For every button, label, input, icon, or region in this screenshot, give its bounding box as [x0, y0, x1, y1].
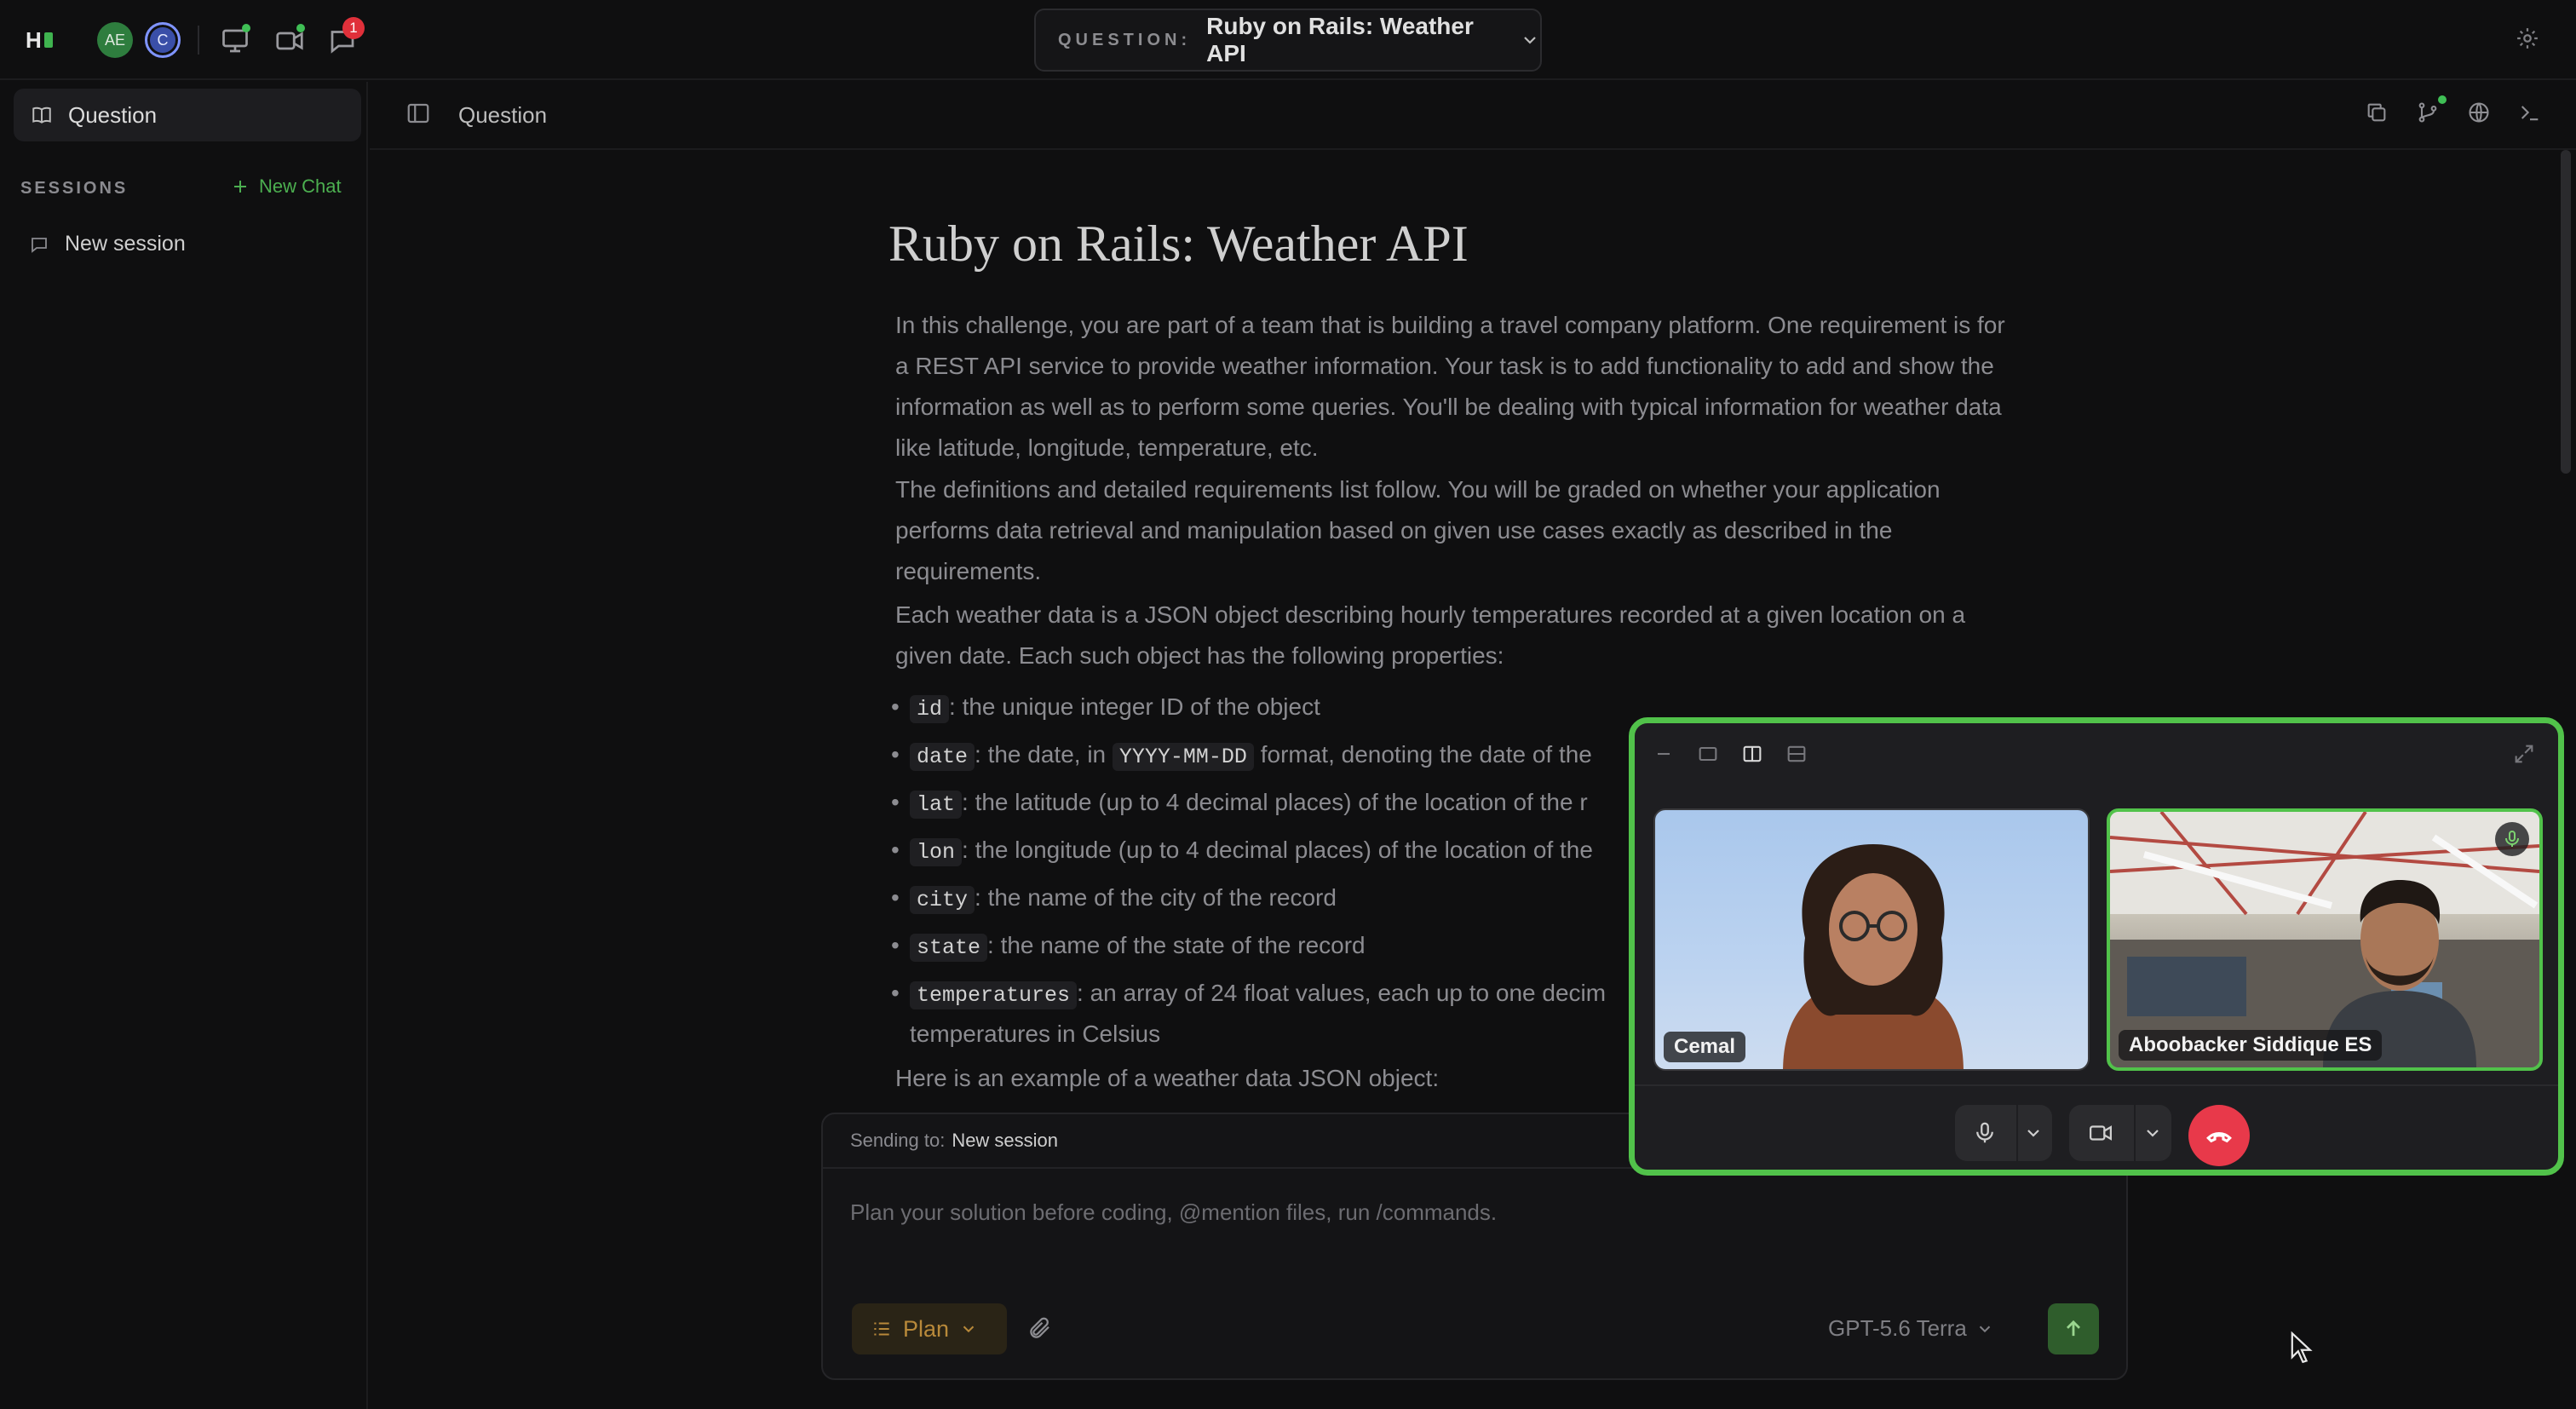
copy-icon[interactable]	[2365, 101, 2392, 128]
avatar-c[interactable]: C	[145, 22, 181, 58]
model-selector[interactable]: GPT-5.6 Terra	[1828, 1315, 1994, 1342]
list-item: id: the unique integer ID of the object	[891, 687, 1320, 730]
video-call-panel: Cemal Aboobacker Siddique ES	[1629, 717, 2564, 1176]
sidebar: Question SESSIONS New Chat New session	[0, 82, 368, 1409]
list-icon	[871, 1318, 893, 1340]
camera-options-chevron-icon[interactable]	[2142, 1123, 2163, 1143]
list-item: temperatures: an array of 24 float value…	[891, 973, 1606, 1016]
app-logo[interactable]: H	[26, 29, 55, 51]
split-view-icon[interactable]	[1740, 742, 1766, 768]
plus-icon	[230, 176, 250, 197]
phone-hangup-icon	[2205, 1121, 2234, 1150]
globe-icon[interactable]	[2467, 101, 2494, 128]
camera-button[interactable]	[2088, 1120, 2113, 1146]
participant-name: Cemal	[1664, 1032, 1746, 1062]
content-scrollbar[interactable]	[2561, 150, 2571, 474]
top-bar: H AE C 1 QUESTION: Ruby on Rails: Weathe…	[0, 0, 2576, 80]
call-layout-controls	[1652, 742, 1810, 768]
stacked-view-icon[interactable]	[1785, 742, 1810, 768]
question-value: Ruby on Rails: Weather API	[1206, 13, 1474, 66]
notification-badge: 1	[342, 17, 365, 39]
chevron-down-icon	[1975, 1320, 1994, 1338]
camera-control	[2069, 1105, 2171, 1161]
video-tile-cemal[interactable]: Cemal	[1653, 808, 2090, 1071]
new-chat-button[interactable]: New Chat	[230, 175, 342, 198]
paragraph-2: The definitions and detailed requirement…	[895, 476, 1941, 584]
call-controls	[1635, 1084, 2558, 1170]
list-item: state: the name of the state of the reco…	[891, 925, 1366, 969]
mic-options-chevron-icon[interactable]	[2023, 1123, 2044, 1143]
paragraph-1: In this challenge, you are part of a tea…	[895, 312, 2005, 461]
terminal-icon[interactable]	[2518, 101, 2545, 128]
sidebar-item-question[interactable]: Question	[14, 89, 361, 141]
book-icon	[31, 104, 53, 126]
participant-name: Aboobacker Siddique ES	[2119, 1030, 2383, 1061]
list-item: lat: the latitude (up to 4 decimal place…	[891, 782, 1588, 825]
avatar-ae[interactable]: AE	[97, 22, 133, 58]
session-item[interactable]: New session	[29, 232, 186, 256]
participant-video	[2110, 812, 2539, 1067]
question-label: QUESTION:	[1058, 30, 1192, 49]
chat-icon	[29, 234, 49, 255]
divider	[198, 26, 199, 55]
sidebar-item-label: Question	[68, 101, 158, 128]
question-selector[interactable]: QUESTION: Ruby on Rails: Weather API	[1034, 9, 1542, 72]
arrow-up-icon	[2061, 1317, 2085, 1341]
main-header: Question	[370, 82, 2576, 150]
mic-control	[1955, 1105, 2052, 1161]
video-tile-aboobacker[interactable]: Aboobacker Siddique ES	[2107, 808, 2543, 1071]
speaking-mic-icon	[2495, 822, 2529, 856]
session-label: New session	[65, 232, 186, 256]
send-button[interactable]	[2048, 1303, 2099, 1354]
plan-mode-button[interactable]: Plan	[852, 1303, 1007, 1354]
list-item-continuation: temperatures in Celsius	[910, 1021, 1161, 1047]
main-title: Question	[458, 102, 548, 128]
list-item: lon: the longitude (up to 4 decimal plac…	[891, 830, 1593, 873]
paragraph-3: Each weather data is a JSON object descr…	[895, 601, 1966, 669]
minimize-icon[interactable]	[1652, 742, 1677, 768]
chevron-down-icon	[1520, 30, 1540, 50]
mic-button[interactable]	[1972, 1120, 1998, 1146]
sidebar-toggle-icon[interactable]	[405, 101, 433, 128]
window-icon[interactable]	[1696, 742, 1722, 768]
list-item: city: the name of the city of the record	[891, 877, 1337, 921]
list-item: date: the date, in YYYY-MM-DD format, de…	[891, 734, 1592, 778]
sending-to: Sending to: New session	[850, 1130, 1059, 1151]
gear-icon[interactable]	[2515, 26, 2544, 55]
chevron-down-icon	[959, 1320, 978, 1338]
hang-up-button[interactable]	[2188, 1105, 2250, 1166]
attach-icon[interactable]	[1027, 1315, 1055, 1343]
sessions-heading: SESSIONS	[20, 179, 129, 198]
document-title: Ruby on Rails: Weather API	[888, 216, 1469, 272]
expand-icon[interactable]	[2512, 742, 2538, 768]
sending-to-target: New session	[952, 1130, 1059, 1151]
mouse-cursor-icon	[2290, 1331, 2314, 1365]
message-input[interactable]: Plan your solution before coding, @menti…	[850, 1199, 1497, 1226]
git-branch-icon[interactable]	[2416, 101, 2443, 128]
